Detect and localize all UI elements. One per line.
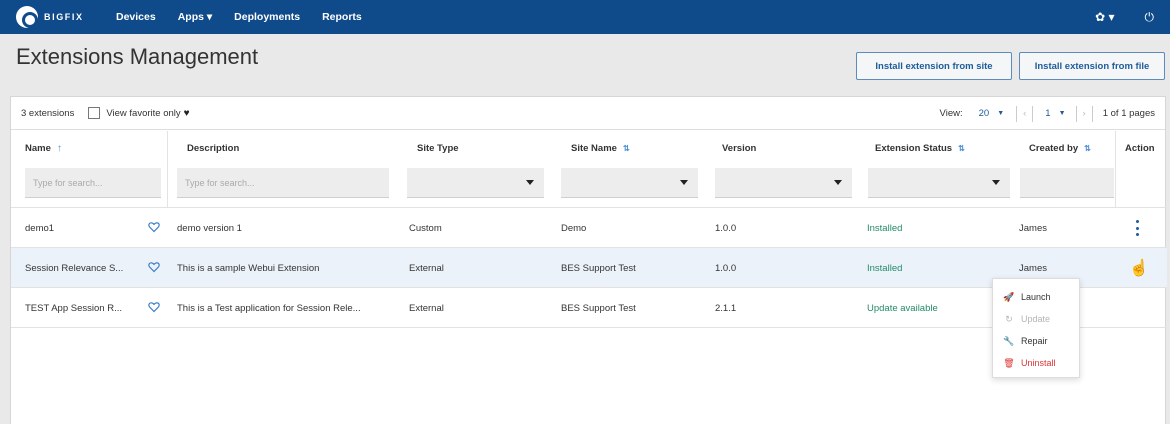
nav-reports[interactable]: Reports xyxy=(322,11,362,23)
menu-item-repair-label: Repair xyxy=(1021,336,1048,346)
row-description: This is a Test application for Session R… xyxy=(177,302,361,314)
col-header-name[interactable]: Name ↑ xyxy=(15,131,165,165)
settings-gear-icon[interactable]: ✿ ▾ xyxy=(1095,10,1114,24)
col-header-description: Description xyxy=(187,142,240,154)
row-name: Session Relevance S... xyxy=(25,262,124,274)
power-icon[interactable]: ⏻ xyxy=(1145,10,1155,25)
row-created-by: James xyxy=(1019,222,1047,234)
menu-item-uninstall-label: Uninstall xyxy=(1021,358,1056,368)
row-status: Update available xyxy=(867,302,938,314)
menu-item-uninstall[interactable]: 🗑 Uninstall xyxy=(1003,355,1056,371)
site-name-filter-select[interactable] xyxy=(561,168,698,198)
wrench-icon: 🔧 xyxy=(1003,335,1015,346)
row-action-menu: 🚀 Launch ↻ Update 🔧 Repair 🗑 Uninstall xyxy=(992,278,1080,378)
name-search-input[interactable]: Type for search... xyxy=(25,168,161,198)
sort-icon[interactable]: ⇅ xyxy=(958,144,965,153)
brand-name: BIGFIX xyxy=(44,12,84,22)
row-description: This is a sample Webui Extension xyxy=(177,262,320,274)
hand-cursor-icon: ☝ xyxy=(1129,260,1149,277)
menu-item-repair[interactable]: 🔧 Repair xyxy=(1003,333,1048,349)
prev-page-icon[interactable]: ‹ xyxy=(1023,108,1026,119)
col-header-created-by[interactable]: Created by ⇅ xyxy=(1019,131,1119,165)
col-header-site-name-label: Site Name xyxy=(571,142,617,154)
refresh-icon: ↻ xyxy=(1005,313,1013,324)
row-site-type: External xyxy=(409,302,444,314)
menu-item-update: ↻ Update xyxy=(1003,311,1050,327)
row-site-name: Demo xyxy=(561,222,587,234)
row-name: demo1 xyxy=(25,222,55,234)
sort-icon[interactable]: ⇅ xyxy=(1084,144,1091,153)
page-info: 1 of 1 pages xyxy=(1102,108,1155,119)
site-type-filter-select[interactable] xyxy=(407,168,544,198)
col-header-site-name[interactable]: Site Name ⇅ xyxy=(561,131,701,165)
menu-item-launch[interactable]: 🚀 Launch xyxy=(1003,289,1051,305)
nav-apps[interactable]: Apps ▾ xyxy=(178,11,212,23)
row-actions-kebab-icon[interactable] xyxy=(1129,220,1145,236)
page-number-caret-icon[interactable]: ▼ xyxy=(1059,110,1066,117)
page-number-select[interactable]: 1 xyxy=(1045,108,1050,119)
view-label: View: xyxy=(939,108,963,119)
col-header-version: Version xyxy=(722,142,757,154)
favorite-heart-icon[interactable] xyxy=(148,261,160,273)
col-header-created-by-label: Created by xyxy=(1029,142,1079,154)
sort-asc-icon[interactable]: ↑ xyxy=(57,143,62,154)
table-toolbar: 3 extensions View favorite only ♥ View: … xyxy=(11,97,1165,130)
page-title: Extensions Management xyxy=(16,44,259,69)
sort-icon[interactable]: ⇅ xyxy=(623,144,630,153)
next-page-icon[interactable]: › xyxy=(1083,108,1086,119)
row-site-name: BES Support Test xyxy=(561,262,636,274)
col-header-action: Action xyxy=(1125,142,1155,154)
page-size-caret-icon[interactable]: ▼ xyxy=(997,110,1004,117)
row-status: Installed xyxy=(867,222,903,234)
created-by-filter-input[interactable] xyxy=(1020,168,1114,198)
row-description: demo version 1 xyxy=(177,222,242,234)
row-name: TEST App Session R... xyxy=(25,302,122,314)
trash-icon: 🗑 xyxy=(1003,357,1015,368)
col-header-status-label: Extension Status xyxy=(875,142,953,154)
row-status: Installed xyxy=(867,262,903,274)
row-site-name: BES Support Test xyxy=(561,302,636,314)
install-from-file-button[interactable]: Install extension from file xyxy=(1019,52,1165,80)
menu-item-launch-label: Launch xyxy=(1021,292,1051,302)
description-search-input[interactable]: Type for search... xyxy=(177,168,389,198)
favorite-only-label: View favorite only xyxy=(106,107,181,119)
install-from-site-button[interactable]: Install extension from site xyxy=(856,52,1012,80)
table-row[interactable]: demo1 demo version 1 Custom Demo 1.0.0 I… xyxy=(11,207,1167,247)
extension-count: 3 extensions xyxy=(21,107,75,119)
col-header-name-label: Name xyxy=(25,142,51,154)
row-site-type: Custom xyxy=(409,222,442,234)
top-nav-bar: BIGFIX Devices Apps ▾ Deployments Report… xyxy=(0,0,1170,34)
nav-devices[interactable]: Devices xyxy=(116,11,156,23)
rocket-icon: 🚀 xyxy=(1003,291,1015,302)
row-version: 1.0.0 xyxy=(715,222,737,234)
favorite-heart-icon[interactable] xyxy=(148,301,160,313)
row-version: 1.0.0 xyxy=(715,262,737,274)
favorite-heart-icon[interactable] xyxy=(148,221,160,233)
version-filter-select[interactable] xyxy=(715,168,852,198)
col-header-extension-status[interactable]: Extension Status ⇅ xyxy=(865,131,1015,165)
status-filter-select[interactable] xyxy=(868,168,1010,198)
favorite-only-checkbox[interactable] xyxy=(88,107,101,119)
menu-item-update-label: Update xyxy=(1021,314,1051,324)
nav-deployments[interactable]: Deployments xyxy=(234,11,300,23)
row-version: 2.1.1 xyxy=(715,302,737,314)
pagination: View: 20 ▼ ‹ 1 ▼ › 1 of 1 pages xyxy=(940,97,1155,130)
bigfix-logo-icon xyxy=(16,6,38,28)
col-header-site-type: Site Type xyxy=(417,142,459,154)
heart-filled-icon: ♥ xyxy=(183,107,190,119)
brand[interactable]: BIGFIX xyxy=(16,6,116,28)
row-site-type: External xyxy=(409,262,444,274)
page-size-select[interactable]: 20 xyxy=(979,108,990,119)
